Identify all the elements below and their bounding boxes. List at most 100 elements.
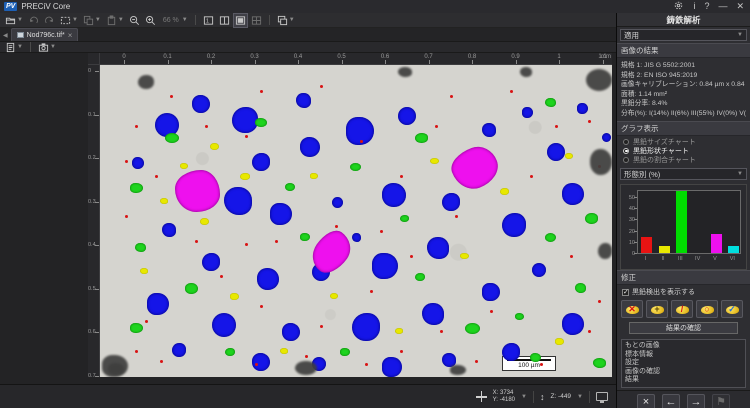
wizard-step[interactable]: 画像の確認 bbox=[625, 368, 742, 377]
yellow-particle bbox=[330, 293, 338, 299]
window-layout-button[interactable]: ▼ bbox=[276, 14, 296, 27]
view-compare-button[interactable] bbox=[250, 14, 263, 27]
green-particle bbox=[575, 283, 586, 293]
metric-dropdown-value: 形態別 (%) bbox=[624, 169, 660, 180]
tab-close-icon[interactable]: × bbox=[68, 32, 73, 39]
blue-particle bbox=[482, 123, 496, 137]
forward-button[interactable]: → bbox=[687, 394, 705, 408]
zoom-out-button[interactable] bbox=[128, 14, 141, 27]
blue-particle bbox=[602, 133, 611, 142]
edit-section-header: 修正 bbox=[617, 270, 750, 285]
dark-particle bbox=[138, 75, 154, 89]
ruler-tick bbox=[95, 376, 99, 377]
copy-button[interactable]: ▼ bbox=[82, 14, 102, 27]
red-particle bbox=[510, 90, 513, 93]
info-icon[interactable]: i bbox=[693, 2, 695, 11]
confirm-results-button[interactable]: 結果の確認 bbox=[629, 322, 738, 334]
yellow-particle bbox=[240, 173, 250, 180]
xy-dropdown-icon[interactable]: ▼ bbox=[521, 394, 527, 400]
chevron-down-icon: ▼ bbox=[95, 17, 101, 23]
paste-icon bbox=[106, 15, 117, 26]
yellow-particle bbox=[140, 268, 148, 274]
x-position: X: 3734 bbox=[493, 390, 515, 397]
view-split-button[interactable] bbox=[218, 14, 231, 27]
view-single-button[interactable]: 1 bbox=[202, 14, 215, 27]
ruler-tick bbox=[95, 202, 99, 203]
metric-dropdown[interactable]: 形態別 (%) ▼ bbox=[620, 168, 747, 180]
minimize-icon[interactable]: — bbox=[718, 2, 727, 11]
green-particle bbox=[185, 283, 198, 294]
image-results: 規格 1: JIS G 5502:2001規格 2: EN ISO 945:20… bbox=[617, 58, 750, 121]
cut-graphite-button[interactable]: / bbox=[671, 300, 693, 318]
svg-text:1: 1 bbox=[206, 18, 209, 24]
undo-icon bbox=[28, 15, 39, 26]
undo-button[interactable] bbox=[27, 14, 40, 27]
blue-particle bbox=[132, 157, 144, 169]
open-file-button[interactable]: ▼ bbox=[4, 14, 24, 27]
checkbox-label: 黒鉛検出を表示する bbox=[632, 287, 695, 297]
green-particle bbox=[530, 353, 541, 362]
show-detection-checkbox[interactable]: ✓ 黒鉛検出を表示する bbox=[617, 285, 750, 299]
panel-title: 鋳鉄解析 bbox=[617, 13, 750, 27]
micrograph-image[interactable]: 100 µm bbox=[100, 65, 612, 377]
magenta-particle bbox=[447, 141, 504, 194]
red-particle bbox=[245, 135, 248, 138]
red-particle bbox=[588, 330, 591, 333]
y-tick-label: 0 bbox=[632, 251, 635, 257]
ruler-corner bbox=[88, 53, 100, 65]
redo-button[interactable] bbox=[43, 14, 56, 27]
settings-gear-icon[interactable] bbox=[673, 0, 684, 13]
chart-x-axis: IIIIIIIVVVI bbox=[637, 255, 741, 263]
wizard-step[interactable]: 標本情報 bbox=[625, 351, 742, 360]
wizard-step[interactable]: もとの画像 bbox=[625, 342, 742, 351]
graph-section-header: グラフ表示 bbox=[617, 121, 750, 136]
add-graphite-button[interactable]: + bbox=[646, 300, 668, 318]
select-rect-button[interactable]: ▼ bbox=[59, 14, 79, 27]
cancel-button[interactable]: × bbox=[637, 394, 655, 408]
red-particle bbox=[588, 120, 591, 123]
green-particle bbox=[285, 183, 295, 191]
blue-particle bbox=[252, 353, 270, 371]
tab-label: Nod796c.tif* bbox=[27, 32, 65, 39]
ruler-tick bbox=[95, 332, 99, 333]
z-dropdown-icon[interactable]: ▼ bbox=[577, 394, 583, 400]
blue-particle bbox=[252, 153, 270, 171]
document-tab[interactable]: Nod796c.tif* × bbox=[11, 28, 79, 41]
delete-graphite-button[interactable]: ✕ bbox=[621, 300, 643, 318]
green-particle bbox=[300, 233, 310, 241]
red-particle bbox=[335, 225, 338, 228]
x-tick-label: IV bbox=[695, 256, 700, 262]
snapshot-button[interactable]: ▼ bbox=[37, 41, 57, 54]
close-icon[interactable]: ✕ bbox=[736, 2, 744, 11]
blue-particle bbox=[522, 107, 533, 118]
select-rect-icon bbox=[60, 15, 71, 26]
red-particle bbox=[440, 330, 443, 333]
yellow-particle bbox=[500, 188, 509, 195]
x-tick-label: V bbox=[713, 256, 717, 262]
ruler-tick bbox=[124, 60, 125, 64]
back-button[interactable]: ← bbox=[662, 394, 680, 408]
red-particle bbox=[320, 325, 323, 328]
report-button[interactable]: ▼ bbox=[4, 41, 24, 54]
red-particle bbox=[195, 240, 198, 243]
green-particle bbox=[415, 273, 425, 281]
green-particle bbox=[545, 98, 556, 107]
title-bar: PV PRECiV Core i?—✕ bbox=[0, 0, 750, 13]
zoom-level-dropdown[interactable]: 66 %▼ bbox=[160, 14, 189, 27]
zoom-in-button[interactable] bbox=[144, 14, 157, 27]
view-overview-button[interactable] bbox=[234, 14, 247, 27]
classify-graphite-button[interactable]: ✓ bbox=[721, 300, 743, 318]
chart-type-radio[interactable]: 黒鉛の割合チャート bbox=[623, 155, 744, 164]
apply-dropdown[interactable]: 適用 ▼ bbox=[620, 29, 747, 41]
help-icon[interactable]: ? bbox=[704, 2, 709, 11]
merge-graphite-button[interactable]: ○ bbox=[696, 300, 718, 318]
status-bar: X: 3734 Y: -4180 ▼ ↕ Z: -449 ▼ bbox=[0, 384, 616, 408]
red-particle bbox=[305, 355, 308, 358]
wizard-step[interactable]: 設定 bbox=[625, 359, 742, 368]
display-icon[interactable] bbox=[596, 392, 608, 401]
yellow-particle bbox=[210, 143, 219, 150]
open-file-icon bbox=[5, 15, 16, 26]
wizard-step[interactable]: 結果 bbox=[625, 376, 742, 385]
chart-bar bbox=[728, 246, 739, 253]
paste-button[interactable]: ▼ bbox=[105, 14, 125, 27]
